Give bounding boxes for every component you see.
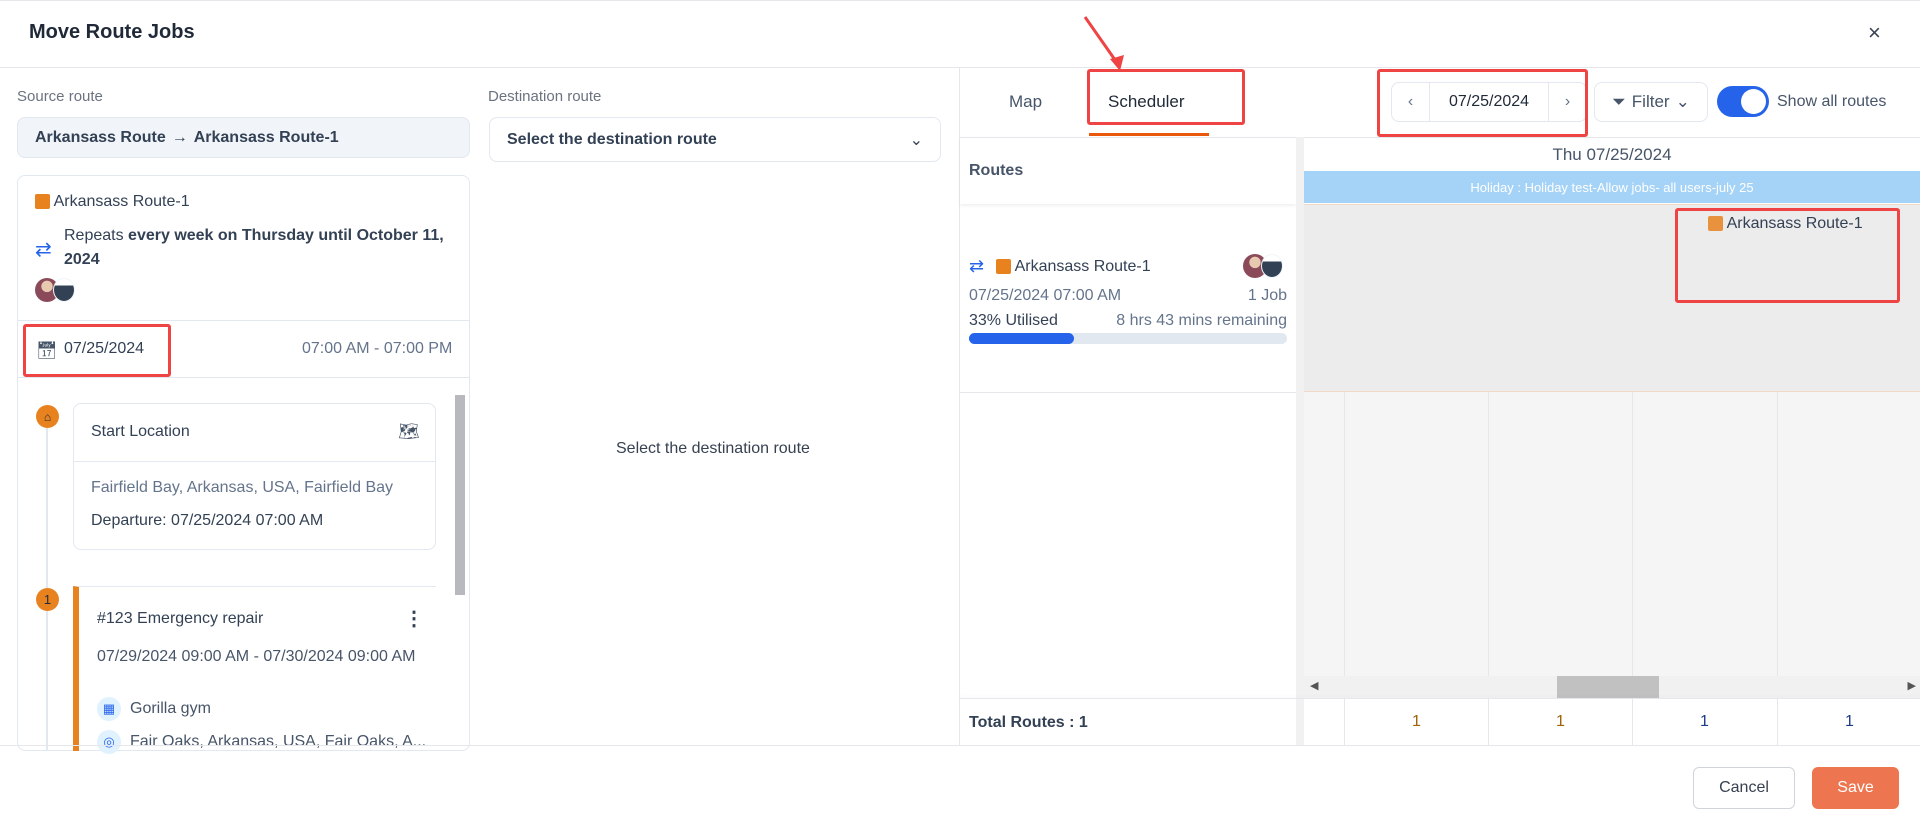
filter-icon: ⏷ (1612, 92, 1626, 111)
cancel-button[interactable]: Cancel (1693, 767, 1795, 809)
job-title: #123 Emergency repair (97, 610, 264, 627)
route-datetime: 07/25/2024 07:00 AM (969, 287, 1122, 304)
source-from: Arkansass Route (35, 128, 166, 146)
job-customer: Gorilla gym (130, 700, 211, 717)
destination-route-label: Destination route (488, 88, 602, 105)
dialog-header (0, 0, 1920, 68)
job-time: 07/29/2024 09:00 AM - 07/30/2024 09:00 A… (97, 648, 416, 665)
assignee-avatars (1243, 254, 1283, 283)
tab-map[interactable]: Map (1009, 92, 1042, 112)
route-name-text: Arkansass Route-1 (53, 193, 190, 210)
day-header: Thu 07/25/2024 (1552, 145, 1672, 164)
total-cell: 1 (1777, 698, 1920, 745)
route-color-swatch (35, 194, 50, 210)
show-all-routes-toggle[interactable] (1717, 86, 1769, 117)
location-pin-icon: ◎ (97, 730, 121, 754)
chevron-down-icon: ⌄ (909, 131, 923, 149)
filter-button[interactable]: ⏷ Filter ⌄ (1594, 82, 1708, 122)
utilisation-bar (969, 333, 1287, 344)
source-route-display: Arkansass Route → Arkansass Route-1 (17, 117, 470, 158)
start-location-title: Start Location (91, 423, 190, 440)
scroll-left-icon[interactable]: ◀ (1310, 679, 1318, 692)
total-cell: 1 (1488, 698, 1632, 745)
source-route-label: Source route (17, 88, 103, 105)
save-button[interactable]: Save (1812, 767, 1899, 809)
assignee-avatars (35, 278, 75, 307)
chevron-down-icon: ⌄ (1675, 92, 1690, 111)
route-name-text: Arkansass Route-1 (1014, 258, 1151, 275)
route-job-count: 1 Job (1247, 287, 1287, 304)
dialog-title: Move Route Jobs (29, 21, 195, 43)
highlight-box (1377, 69, 1588, 137)
repeat-icon: ⇄ (35, 239, 52, 261)
repeat-info: Repeats every week on Thursday until Oct… (64, 224, 454, 272)
close-icon[interactable]: × (1868, 20, 1881, 46)
horizontal-scrollbar[interactable]: ◀ ▶ (1304, 676, 1920, 698)
total-cell: 1 (1632, 698, 1776, 745)
timeline-empty-area (1304, 392, 1920, 676)
destination-empty-message: Select the destination route (616, 440, 810, 457)
avatar (1261, 254, 1283, 278)
total-cell: 1 (1344, 698, 1488, 745)
active-tab-indicator (1089, 133, 1209, 136)
repeat-icon: ⇄ (969, 256, 985, 276)
destination-placeholder: Select the destination route (507, 130, 717, 148)
home-icon: ⌂ (36, 405, 59, 428)
calendar-icon: 📅︎ (36, 341, 58, 360)
route-date: 07/25/2024 (64, 340, 145, 357)
arrow-right-icon: → (171, 128, 188, 146)
departure-time: Departure: 07/25/2024 07:00 AM (91, 512, 324, 529)
total-routes-label: Total Routes : 1 (969, 714, 1088, 731)
scheduler-route-name[interactable]: Arkansass Route-1 (996, 258, 1151, 276)
routes-column-header: Routes (969, 162, 1024, 179)
filter-label: Filter (1631, 92, 1670, 111)
job-address: Fair Oaks, Arkansas, USA, Fair Oaks, A..… (130, 733, 427, 750)
more-options-icon[interactable]: ⋮ (404, 606, 424, 631)
highlight-box (1675, 208, 1900, 303)
scrollbar[interactable] (455, 395, 465, 595)
scroll-right-icon[interactable]: ▶ (1908, 679, 1916, 692)
avatar (53, 278, 75, 302)
route-time-range: 07:00 AM - 07:00 PM (302, 340, 453, 357)
holiday-banner: Holiday : Holiday test-Allow jobs- all u… (1304, 171, 1920, 203)
route-utilisation: 33% Utilised (969, 312, 1058, 329)
show-all-routes-label: Show all routes (1777, 93, 1887, 110)
destination-route-select[interactable]: Select the destination route ⌄ (489, 117, 941, 162)
highlight-box (1087, 69, 1245, 125)
start-address: Fairfield Bay, Arkansas, USA, Fairfield … (91, 479, 394, 496)
route-remaining: 8 hrs 43 mins remaining (1116, 312, 1287, 329)
route-name: Arkansass Route-1 (35, 193, 190, 211)
stop-number: 1 (36, 588, 59, 611)
map-icon[interactable]: 🗺︎ (398, 422, 420, 442)
source-to: Arkansass Route-1 (193, 128, 339, 146)
repeat-prefix: Repeats (64, 227, 124, 244)
annotation-arrow-icon (1083, 16, 1124, 71)
route-color-swatch (996, 259, 1011, 275)
scrollbar-thumb[interactable] (1557, 676, 1659, 698)
building-icon: ▦ (97, 697, 121, 721)
